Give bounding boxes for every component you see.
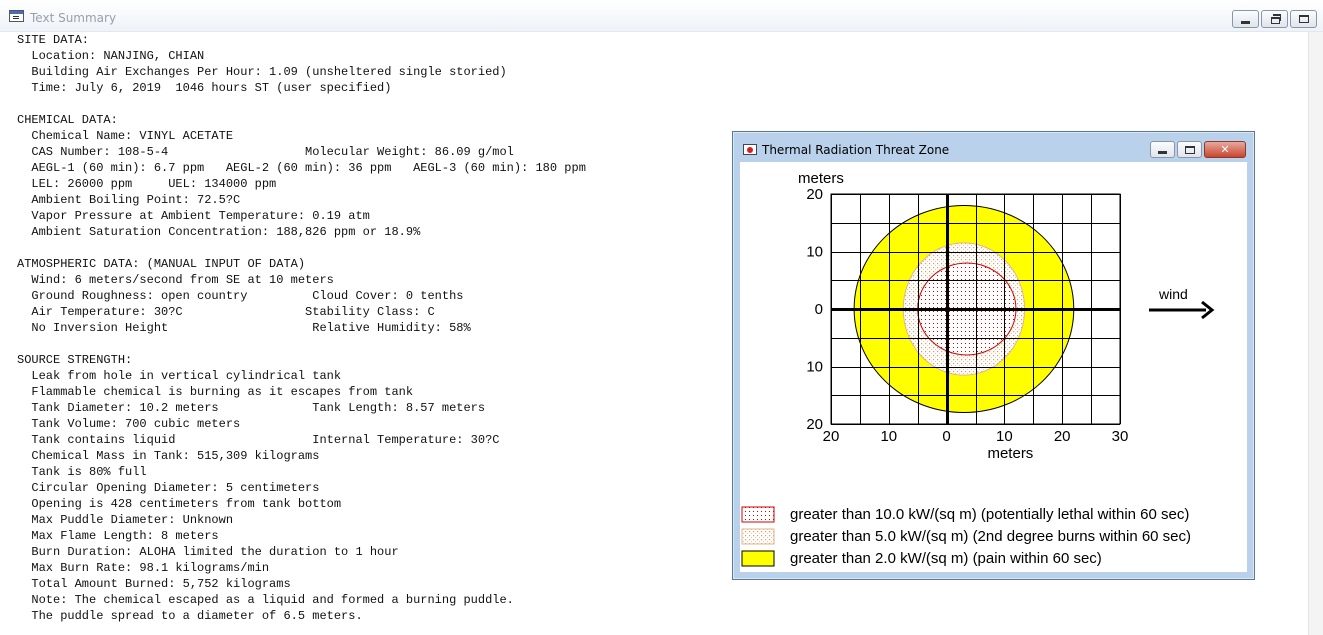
x-unit-label: meters xyxy=(987,445,1033,462)
summary-line: Time: July 6, 2019 1046 hours ST (user s… xyxy=(17,81,392,95)
summary-line: Chemical Name: VINYL ACETATE xyxy=(17,129,234,143)
text-summary-title: Text Summary xyxy=(30,11,117,25)
summary-line: Burn Duration: ALOHA limited the duratio… xyxy=(17,545,399,559)
summary-line: Tank Diameter: 10.2 meters Tank Length: … xyxy=(17,401,486,415)
maximize-icon xyxy=(1184,145,1195,154)
legend: greater than 10.0 kW/(sq m) (potentially… xyxy=(741,506,1191,567)
legend-label-1: greater than 5.0 kW/(sq m) (2nd degree b… xyxy=(790,528,1191,545)
summary-line: Flammable chemical is burning as it esca… xyxy=(17,385,414,399)
wind-label: wind xyxy=(1158,286,1188,302)
y-unit-label: meters xyxy=(798,170,844,187)
legend-label-2: greater than 2.0 kW/(sq m) (pain within … xyxy=(790,550,1102,567)
legend-label-0: greater than 10.0 kW/(sq m) (potentially… xyxy=(790,506,1189,523)
threat-zone-minimize-button[interactable] xyxy=(1150,141,1175,158)
summary-line: SITE DATA: xyxy=(17,33,90,47)
summary-line: Total Amount Burned: 5,752 kilograms xyxy=(17,577,291,591)
threat-zone-titlebar[interactable]: Thermal Radiation Threat Zone ✕ xyxy=(733,132,1254,162)
summary-line: Ambient Boiling Point: 72.5?C xyxy=(17,193,241,207)
maximize-button[interactable] xyxy=(1290,10,1317,28)
minimize-button[interactable] xyxy=(1232,10,1259,28)
summary-line: Circular Opening Diameter: 5 centimeters xyxy=(17,481,320,495)
summary-line: Tank Volume: 700 cubic meters xyxy=(17,417,241,431)
x-tick-label: 10 xyxy=(880,428,897,445)
summary-line: Tank contains liquid Internal Temperatur… xyxy=(17,433,500,447)
summary-line: Note: The chemical escaped as a liquid a… xyxy=(17,593,514,607)
vertical-scrollbar[interactable] xyxy=(1308,32,1323,635)
summary-line: Max Burn Rate: 98.1 kilograms/min xyxy=(17,561,270,575)
summary-text-body[interactable]: SITE DATA: Location: NANJING, CHIAN Buil… xyxy=(17,32,586,624)
threat-zone-window-controls: ✕ xyxy=(1148,141,1246,158)
summary-line: Location: NANJING, CHIAN xyxy=(17,49,205,63)
y-tick-label: 10 xyxy=(806,244,823,261)
summary-line: Opening is 428 centimeters from tank bot… xyxy=(17,497,342,511)
x-tick-label: 10 xyxy=(996,428,1013,445)
summary-line: Ground Roughness: open country Cloud Cov… xyxy=(17,289,464,303)
x-tick-label: 20 xyxy=(1054,428,1071,445)
summary-line: Wind: 6 meters/second from SE at 10 mete… xyxy=(17,273,334,287)
summary-line: AEGL-1 (60 min): 6.7 ppm AEGL-2 (60 min)… xyxy=(17,161,586,175)
summary-line: Vapor Pressure at Ambient Temperature: 0… xyxy=(17,209,370,223)
app-window-icon[interactable] xyxy=(9,10,24,22)
summary-line: The puddle spread to a diameter of 6.5 m… xyxy=(17,609,363,623)
summary-line: SOURCE STRENGTH: xyxy=(17,353,133,367)
summary-line: Chemical Mass in Tank: 515,309 kilograms xyxy=(17,449,320,463)
x-tick-label: 0 xyxy=(942,428,950,445)
summary-line: Tank is 80% full xyxy=(17,465,147,479)
restore-button[interactable] xyxy=(1261,10,1288,28)
y-tick-label: 0 xyxy=(815,301,823,318)
legend-swatch-1 xyxy=(741,528,775,545)
restore-icon xyxy=(1271,13,1281,24)
close-icon: ✕ xyxy=(1220,143,1230,156)
y-tick-label: 20 xyxy=(806,186,823,203)
legend-swatch-0 xyxy=(741,506,775,523)
threat-zone-close-button[interactable]: ✕ xyxy=(1204,141,1246,158)
threat-zone-title: Thermal Radiation Threat Zone xyxy=(762,143,950,157)
threat-zone-window: Thermal Radiation Threat Zone ✕ meters 2… xyxy=(732,131,1255,580)
summary-line: Air Temperature: 30?C Stability Class: C xyxy=(17,305,435,319)
minimize-icon xyxy=(1158,151,1167,154)
y-tick-label: 20 xyxy=(806,416,823,433)
threat-zone-maximize-button[interactable] xyxy=(1177,141,1202,158)
summary-line: LEL: 26000 ppm UEL: 134000 ppm xyxy=(17,177,277,191)
window-controls xyxy=(1230,10,1317,28)
summary-line: CHEMICAL DATA: xyxy=(17,113,118,127)
minimize-icon xyxy=(1241,20,1250,24)
summary-line: CAS Number: 108-5-4 Molecular Weight: 86… xyxy=(17,145,514,159)
text-summary-titlebar[interactable]: Text Summary xyxy=(0,0,1323,32)
summary-line: No Inversion Height Relative Humidity: 5… xyxy=(17,321,471,335)
summary-line: Max Puddle Diameter: Unknown xyxy=(17,513,234,527)
threat-zone-window-icon[interactable] xyxy=(743,144,757,155)
summary-line: Ambient Saturation Concentration: 188,82… xyxy=(17,225,421,239)
x-tick-label: 20 xyxy=(823,428,840,445)
threat-zone-client-area: meters 20 10 0 10 20 20 10 0 10 20 30 meters wind gr… xyxy=(740,162,1247,572)
y-tick-label: 10 xyxy=(806,359,823,376)
summary-line: ATMOSPHERIC DATA: (MANUAL INPUT OF DATA) xyxy=(17,257,306,271)
threat-zone-plot: meters20100102020 10 0 10 20 30meters wind gr… xyxy=(741,170,1215,567)
summary-line: Max Flame Length: 8 meters xyxy=(17,529,219,543)
legend-swatch-2 xyxy=(741,550,775,567)
maximize-icon xyxy=(1298,15,1309,23)
summary-line: Leak from hole in vertical cylindrical t… xyxy=(17,369,342,383)
wind-indicator: wind xyxy=(1149,286,1215,320)
x-tick-label: 30 xyxy=(1112,428,1129,445)
summary-line: Building Air Exchanges Per Hour: 1.09 (u… xyxy=(17,65,507,79)
